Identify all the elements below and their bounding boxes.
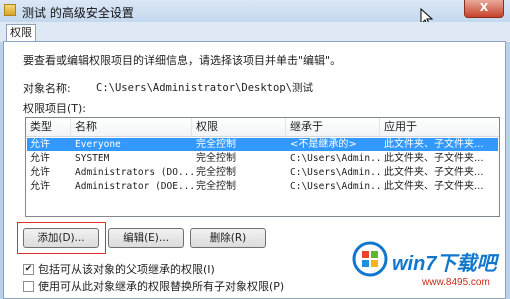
row-name: Administrators (DO... (75, 167, 195, 178)
watermark-brand: win7下载吧 (392, 253, 497, 275)
row-apply-to: 此文件夹、子文件夹... (384, 167, 484, 178)
column-header-type[interactable]: 类型 (26, 118, 71, 136)
table-row[interactable]: 允许 SYSTEM 完全控制 C:\Users\Admin... 此文件夹、子文… (27, 152, 498, 165)
window-title: 测试 的高级安全设置 (22, 6, 134, 20)
tab-strip: 权限 (0, 22, 510, 42)
row-type: 允许 (30, 139, 50, 150)
add-button[interactable]: 添加(D)... (23, 228, 99, 248)
close-button[interactable]: X (464, 0, 504, 18)
row-apply-to: 此文件夹、子文件夹... (384, 181, 484, 192)
instruction-text: 要查看或编辑权限项目的详细信息，请选择该项目并单击"编辑"。 (23, 54, 342, 67)
row-name: Administrator (DOE... (75, 181, 195, 192)
replace-child-permissions-label: 使用可从此对象继承的权限替换所有子对象权限(P) (38, 280, 285, 293)
row-apply-to: 此文件夹、子文件夹... (384, 139, 484, 150)
folder-icon (4, 4, 16, 16)
watermark: win7下载吧 www.8495.com (352, 241, 510, 299)
row-type: 允许 (30, 181, 50, 192)
column-header-inherited-from[interactable]: 继承于 (286, 118, 380, 136)
permission-entries-label: 权限项目(T): (23, 102, 87, 115)
row-permission: 完全控制 (196, 153, 236, 164)
row-permission: 完全控制 (196, 167, 236, 178)
object-name-value: C:\Users\Administrator\Desktop\测试 (96, 82, 313, 94)
row-apply-to: 此文件夹、子文件夹... (384, 153, 484, 164)
list-header: 类型 名称 权限 继承于 应用于 (26, 118, 499, 137)
column-header-apply-to[interactable]: 应用于 (380, 118, 499, 136)
windows-logo-icon (352, 241, 388, 277)
row-inherited-from: C:\Users\Admin... (290, 153, 383, 164)
row-type: 允许 (30, 153, 50, 164)
table-row[interactable]: 允许 Administrators (DO... 完全控制 C:\Users\A… (27, 166, 498, 179)
row-permission: 完全控制 (196, 181, 236, 192)
watermark-url: www.8495.com (422, 277, 490, 288)
row-inherited-from: C:\Users\Admin... (290, 167, 383, 178)
table-row[interactable]: 允许 Everyone 完全控制 <不是继承的> 此文件夹、子文件夹... (27, 138, 498, 151)
permission-entries-list[interactable]: 类型 名称 权限 继承于 应用于 允许 Everyone 完全控制 <不是继承的… (25, 117, 500, 217)
row-name: Everyone (75, 139, 121, 150)
row-inherited-from: <不是继承的> (290, 139, 357, 150)
object-name-label: 对象名称: (23, 82, 71, 95)
row-type: 允许 (30, 167, 50, 178)
column-header-permission[interactable]: 权限 (192, 118, 286, 136)
inherit-permissions-label: 包括可从该对象的父项继承的权限(I) (38, 263, 215, 276)
tab-permissions[interactable]: 权限 (6, 24, 36, 42)
row-inherited-from: C:\Users\Admin... (290, 181, 383, 192)
edit-button[interactable]: 编辑(E)... (108, 228, 184, 248)
row-permission: 完全控制 (196, 139, 236, 150)
inherit-permissions-checkbox[interactable]: ✔ (23, 264, 34, 275)
table-row[interactable]: 允许 Administrator (DOE... 完全控制 C:\Users\A… (27, 180, 498, 193)
column-header-name[interactable]: 名称 (71, 118, 192, 136)
row-name: SYSTEM (75, 153, 110, 164)
replace-child-permissions-checkbox[interactable] (23, 281, 34, 292)
remove-button[interactable]: 删除(R) (190, 228, 266, 248)
